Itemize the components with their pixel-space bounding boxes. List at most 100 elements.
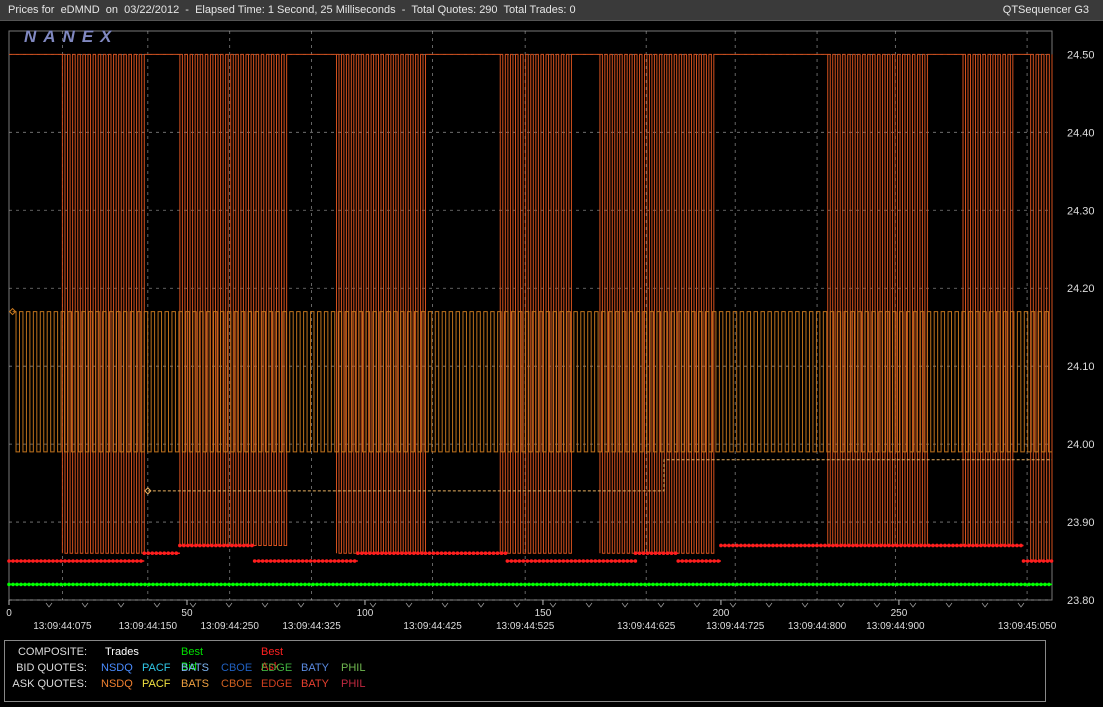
best-bid-dot bbox=[1031, 582, 1035, 587]
best-ask-dot bbox=[384, 551, 388, 556]
best-ask-dot bbox=[931, 543, 935, 548]
best-bid-dot bbox=[523, 582, 527, 587]
best-bid-dot bbox=[43, 582, 47, 587]
x-minor-marker bbox=[765, 602, 773, 608]
best-ask-dot bbox=[747, 543, 751, 548]
best-ask-dot bbox=[545, 559, 550, 563]
time-label: 13:09:44:525 bbox=[496, 621, 555, 632]
best-ask-dot bbox=[451, 551, 456, 556]
best-ask-dot bbox=[589, 559, 594, 563]
best-bid-dot bbox=[527, 582, 531, 587]
best-bid-dot bbox=[191, 582, 195, 587]
x-minor-marker bbox=[81, 602, 89, 608]
best-bid-dot bbox=[71, 582, 75, 587]
best-ask-dot bbox=[268, 559, 273, 563]
legend-item-bats: BATS bbox=[181, 678, 209, 690]
best-ask-dot bbox=[927, 543, 931, 548]
best-ask-dot bbox=[87, 559, 91, 563]
best-ask-dot bbox=[859, 543, 863, 548]
x-tick-label: 50 bbox=[181, 608, 193, 619]
best-bid-dot bbox=[11, 582, 15, 587]
best-ask-dot bbox=[676, 559, 681, 563]
best-ask-dot bbox=[296, 559, 301, 563]
best-ask-dot bbox=[328, 559, 333, 563]
best-bid-dot bbox=[35, 582, 39, 587]
best-bid-dot bbox=[503, 582, 507, 587]
best-ask-dot bbox=[891, 543, 895, 548]
best-bid-dot bbox=[63, 582, 67, 587]
best-bid-dot bbox=[851, 582, 855, 587]
best-ask-dot bbox=[537, 559, 542, 563]
best-bid-dot bbox=[243, 582, 247, 587]
best-bid-dot bbox=[819, 582, 823, 587]
best-ask-dot bbox=[763, 543, 767, 548]
best-ask-dot bbox=[150, 551, 155, 556]
best-ask-dot bbox=[803, 543, 807, 548]
best-bid-dot bbox=[435, 582, 439, 587]
best-ask-dot bbox=[499, 551, 504, 556]
best-bid-dot bbox=[231, 582, 235, 587]
best-ask-dot bbox=[91, 559, 95, 563]
best-ask-dot bbox=[565, 559, 570, 563]
best-ask-dot bbox=[581, 559, 586, 563]
legend-item-nsdq: NSDQ bbox=[101, 678, 133, 690]
best-bid-dot bbox=[27, 582, 31, 587]
best-ask-dot bbox=[680, 559, 685, 563]
best-bid-dot bbox=[627, 582, 631, 587]
best-bid-dot bbox=[655, 582, 659, 587]
best-ask-dot bbox=[601, 559, 606, 563]
best-bid-dot bbox=[271, 582, 275, 587]
best-bid-dot bbox=[1007, 582, 1011, 587]
best-ask-dot bbox=[226, 543, 230, 548]
best-ask-dot bbox=[525, 559, 530, 563]
best-bid-dot bbox=[671, 582, 675, 587]
best-bid-dot bbox=[611, 582, 615, 587]
best-bid-dot bbox=[75, 582, 79, 587]
legend-item-bats: BATS bbox=[181, 662, 209, 674]
best-bid-dot bbox=[367, 582, 371, 587]
legend-heading-ask-quotes: ASK QUOTES: bbox=[12, 678, 87, 690]
best-ask-dot bbox=[39, 559, 43, 563]
best-bid-dot bbox=[947, 582, 951, 587]
best-ask-dot bbox=[443, 551, 448, 556]
best-ask-dot bbox=[811, 543, 815, 548]
best-ask-dot bbox=[553, 559, 558, 563]
best-bid-dot bbox=[79, 582, 83, 587]
best-bid-dot bbox=[259, 582, 263, 587]
best-bid-dot bbox=[219, 582, 223, 587]
best-bid-dot bbox=[791, 582, 795, 587]
best-ask-dot bbox=[669, 551, 674, 556]
best-ask-dot bbox=[1045, 559, 1050, 563]
best-bid-dot bbox=[123, 582, 127, 587]
best-bid-dot bbox=[1011, 582, 1015, 587]
best-bid-dot bbox=[423, 582, 427, 587]
best-ask-dot bbox=[162, 551, 167, 556]
best-bid-dot bbox=[879, 582, 883, 587]
best-bid-dot bbox=[31, 582, 35, 587]
best-bid-dot bbox=[155, 582, 159, 587]
best-bid-dot bbox=[883, 582, 887, 587]
best-bid-dot bbox=[807, 582, 811, 587]
best-bid-dot bbox=[319, 582, 323, 587]
best-bid-dot bbox=[663, 582, 667, 587]
best-bid-dot bbox=[839, 582, 843, 587]
best-bid-dot bbox=[1023, 582, 1027, 587]
best-ask-dot bbox=[700, 559, 705, 563]
best-bid-dot bbox=[607, 582, 611, 587]
best-bid-dot bbox=[847, 582, 851, 587]
legend-heading-composite: COMPOSITE: bbox=[17, 646, 87, 658]
best-ask-dot bbox=[174, 551, 179, 556]
best-bid-dot bbox=[427, 582, 431, 587]
best-ask-dot bbox=[190, 543, 194, 548]
best-ask-dot bbox=[963, 543, 967, 548]
best-bid-dot bbox=[799, 582, 803, 587]
best-bid-dot bbox=[507, 582, 511, 587]
time-label: 13:09:44:800 bbox=[788, 621, 847, 632]
best-bid-dot bbox=[999, 582, 1003, 587]
best-ask-dot bbox=[645, 551, 650, 556]
best-ask-dot bbox=[15, 559, 19, 563]
best-bid-dot bbox=[451, 582, 455, 587]
legend-item-edge: EDGE bbox=[261, 678, 293, 690]
best-bid-dot bbox=[459, 582, 463, 587]
best-bid-dot bbox=[827, 582, 831, 587]
